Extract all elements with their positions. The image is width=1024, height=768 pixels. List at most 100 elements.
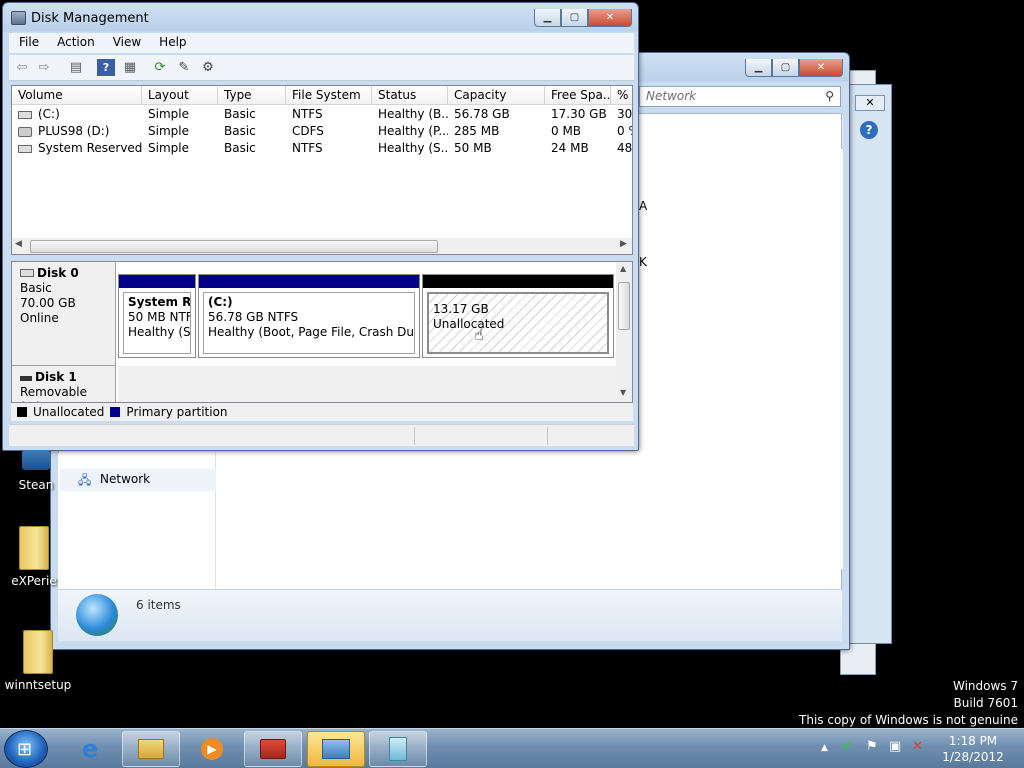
- internet-explorer-icon: e: [81, 735, 99, 763]
- taskbar-explorer[interactable]: [122, 731, 180, 767]
- list-item-fragment: A: [639, 199, 648, 213]
- back-arrow-icon[interactable]: ⇦: [13, 59, 31, 76]
- column-header-type[interactable]: Type: [218, 86, 286, 105]
- action-center-flag-icon[interactable]: ⚑: [866, 739, 878, 754]
- volume-free-space: 24 MB: [551, 141, 589, 155]
- list-item-fragment: K: [639, 255, 647, 269]
- volume-name: PLUS98 (D:): [38, 124, 110, 138]
- disk-0-header[interactable]: Disk 0 Basic 70.00 GB Online: [12, 262, 116, 366]
- minimize-button[interactable]: ▁: [745, 59, 772, 77]
- disk-state: Online: [20, 311, 59, 325]
- volume-type: Basic: [224, 107, 256, 121]
- refresh-icon[interactable]: ⟳: [151, 59, 169, 76]
- column-header-status[interactable]: Status: [372, 86, 448, 105]
- partition-status: Healthy (Sys: [128, 325, 191, 339]
- search-icon[interactable]: ⚲: [825, 89, 834, 103]
- taskbar-window[interactable]: [369, 731, 427, 767]
- partition-size: 13.17 GB: [433, 302, 489, 316]
- system-clock[interactable]: 1:18 PM 1/28/2012: [930, 733, 1016, 765]
- partition-unallocated[interactable]: 13.17 GB Unallocated: [422, 274, 614, 358]
- clock-time: 1:18 PM: [948, 734, 998, 748]
- help-icon[interactable]: ?: [97, 59, 115, 76]
- column-header-free-space[interactable]: Free Spa...: [545, 86, 611, 105]
- maximize-button[interactable]: ▢: [561, 9, 588, 27]
- removable-disk-icon: [20, 376, 32, 381]
- desktop-icon-winntsetup[interactable]: winntsetup: [4, 630, 72, 692]
- clock-date: 1/28/2012: [942, 750, 1004, 764]
- network-tray-icon[interactable]: ▣: [889, 739, 901, 754]
- desktop-icon-steam[interactable]: Stean: [6, 450, 66, 492]
- volume-capacity: 50 MB: [454, 141, 492, 155]
- minimize-button[interactable]: ▁: [534, 9, 561, 27]
- explorer-file-list: A K: [639, 149, 843, 569]
- volume-name: System Reserved: [38, 141, 142, 155]
- vertical-scrollbar[interactable]: ▲ ▼: [616, 262, 632, 402]
- menu-action[interactable]: Action: [47, 33, 103, 53]
- partition-label: System Res: [128, 295, 191, 309]
- taskbar-computer-management[interactable]: [244, 731, 302, 767]
- security-check-icon[interactable]: ✔: [842, 739, 853, 754]
- partition-status: Healthy (Boot, Page File, Crash Dump, F: [208, 325, 415, 339]
- media-player-icon: ▶: [201, 738, 223, 760]
- disk-management-app-icon: [11, 11, 26, 25]
- menu-help[interactable]: Help: [149, 33, 194, 53]
- scroll-up-icon[interactable]: ▲: [620, 264, 626, 273]
- volume-free-space: 0 MB: [551, 124, 582, 138]
- partition-label: (C:): [208, 295, 233, 309]
- show-hidden-icons-arrow[interactable]: ▲: [821, 743, 828, 753]
- partition-size: 56.78 GB NTFS: [208, 310, 299, 324]
- scroll-down-icon[interactable]: ▼: [620, 388, 626, 397]
- column-header-volume[interactable]: Volume: [12, 86, 142, 105]
- show-hide-console-tree-icon[interactable]: ▤: [67, 59, 85, 76]
- disk-1-area: [118, 366, 616, 402]
- column-header-capacity[interactable]: Capacity: [448, 86, 545, 105]
- scroll-right-icon[interactable]: ▶: [620, 239, 627, 249]
- volume-type: Basic: [224, 141, 256, 155]
- maximize-button[interactable]: ▢: [772, 59, 799, 77]
- close-button[interactable]: ✕: [799, 59, 843, 77]
- help-icon[interactable]: ?: [860, 121, 878, 139]
- menu-file[interactable]: File: [9, 33, 47, 53]
- network-globe-icon: [76, 594, 118, 636]
- disk-management-window: Disk Management ▁ ▢ ✕ File Action View H…: [2, 2, 639, 451]
- search-input[interactable]: Network ⚲: [639, 86, 841, 107]
- taskbar-internet-explorer[interactable]: e: [61, 731, 119, 767]
- desktop-icon-experience[interactable]: eXPerie: [4, 526, 64, 588]
- legend: Unallocated Primary partition: [11, 403, 633, 421]
- settings-icon[interactable]: ⚙: [199, 59, 217, 76]
- folder-icon: [138, 739, 164, 759]
- forward-arrow-icon[interactable]: ⇨: [35, 59, 53, 76]
- volume-layout: Simple: [148, 107, 189, 121]
- nav-item-network[interactable]: 🖧 Network: [60, 469, 216, 491]
- horizontal-scroll-thumb[interactable]: [30, 240, 438, 253]
- volume-free-space: 17.30 GB: [551, 107, 607, 121]
- disk-1-header[interactable]: Disk 1 Removable (E:): [12, 366, 116, 402]
- menu-bar: File Action View Help: [9, 33, 634, 53]
- column-header-file-system[interactable]: File System: [286, 86, 372, 105]
- rescan-icon[interactable]: ✎: [175, 59, 193, 76]
- volume-percent-free: 30: [617, 107, 633, 121]
- disk-size: 70.00 GB: [20, 296, 76, 310]
- taskbar-disk-management[interactable]: [307, 731, 365, 767]
- volume-percent-free: 0 %: [617, 124, 632, 138]
- disk-icon: [20, 269, 34, 277]
- volume-layout: Simple: [148, 141, 189, 155]
- taskbar-media-player[interactable]: ▶: [183, 731, 241, 767]
- folder-icon: [19, 526, 49, 570]
- menu-view[interactable]: View: [103, 33, 149, 53]
- vertical-scroll-thumb[interactable]: [618, 282, 630, 330]
- status-bar: [9, 424, 634, 446]
- close-icon[interactable]: ✕: [855, 95, 885, 111]
- start-button[interactable]: ⊞: [4, 730, 48, 768]
- window-title: Disk Management: [31, 11, 149, 26]
- partition-system-reserved[interactable]: System Res 50 MB NTFS Healthy (Sys: [118, 274, 196, 358]
- volume-status: Healthy (S...: [378, 141, 448, 155]
- column-header-percent-free[interactable]: % F: [611, 86, 632, 105]
- horizontal-scrollbar[interactable]: ◀ ▶: [12, 238, 632, 254]
- column-header-layout[interactable]: Layout: [142, 86, 218, 105]
- volume-muted-icon[interactable]: ✕: [912, 739, 923, 754]
- scroll-left-icon[interactable]: ◀: [15, 239, 22, 249]
- close-button[interactable]: ✕: [588, 9, 632, 27]
- partition-c[interactable]: (C:) 56.78 GB NTFS Healthy (Boot, Page F…: [198, 274, 420, 358]
- properties-icon[interactable]: ▦: [121, 59, 139, 76]
